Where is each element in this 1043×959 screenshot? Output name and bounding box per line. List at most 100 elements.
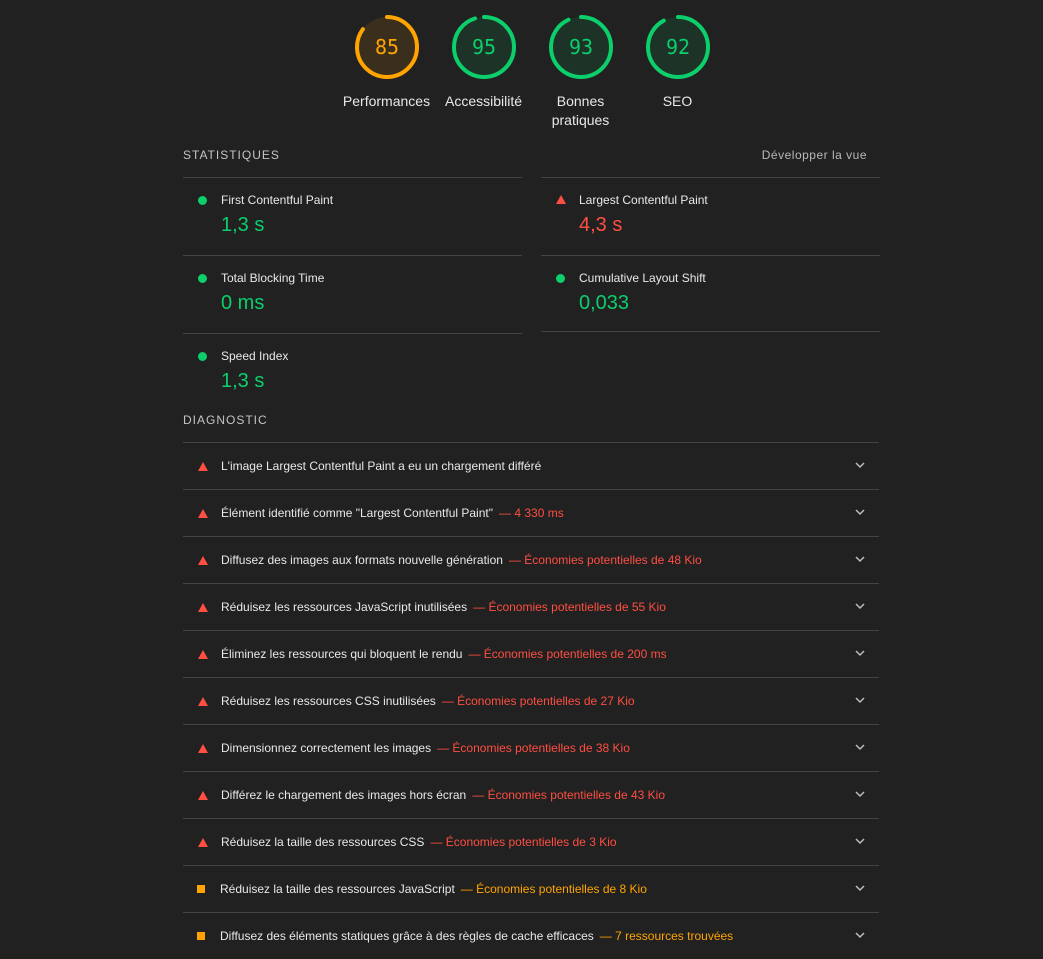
chevron-down-icon[interactable] — [853, 881, 867, 895]
metric-title: Speed Index — [221, 349, 289, 363]
stats-section-title: Statistiques — [183, 148, 280, 162]
audit-detail: — Économies potentielles de 48 Kio — [508, 553, 702, 567]
audit-text: Réduisez la taille des ressources CSS — É… — [221, 835, 617, 849]
audit-row[interactable]: Réduisez la taille des ressources JavaSc… — [183, 865, 879, 912]
audit-title: Élément identifié comme "Largest Content… — [221, 506, 493, 520]
triangle-icon — [198, 697, 208, 706]
audit-detail: — Économies potentielles de 200 ms — [468, 647, 667, 661]
expand-view-button[interactable]: Développer la vue — [762, 148, 867, 162]
triangle-icon — [198, 791, 208, 800]
audit-row[interactable]: Réduisez les ressources JavaScript inuti… — [183, 583, 879, 630]
audit-title: L'image Largest Contentful Paint a eu un… — [221, 459, 542, 473]
gauge-label: Performances — [342, 93, 431, 109]
circle-icon — [198, 352, 207, 361]
gauge-score: 93 — [568, 35, 592, 59]
audit-text: Diffusez des images aux formats nouvelle… — [221, 553, 702, 567]
gauge-ring: 93 — [548, 15, 613, 79]
audit-title: Réduisez les ressources CSS inutilisées — [221, 694, 436, 708]
audit-row[interactable]: Diffusez des images aux formats nouvelle… — [183, 536, 879, 583]
gauge-label: SEO — [662, 93, 693, 109]
triangle-icon — [556, 195, 566, 204]
audit-row[interactable]: Différez le chargement des images hors é… — [183, 771, 879, 818]
audit-row[interactable]: Dimensionnez correctement les images — Éc… — [183, 724, 879, 771]
metric-lcp: Largest Contentful Paint 4,3 s — [541, 177, 880, 254]
chevron-down-icon[interactable] — [853, 740, 867, 754]
metric-value: 1,3 s — [221, 370, 265, 392]
audit-detail: — 4 330 ms — [499, 506, 564, 520]
chevron-down-icon[interactable] — [853, 834, 867, 848]
audit-title: Éliminez les ressources qui bloquent le … — [221, 647, 463, 661]
gauge-performance[interactable]: 85 Performances — [338, 14, 435, 111]
audit-list: L'image Largest Contentful Paint a eu un… — [183, 442, 879, 959]
audit-text: Élément identifié comme "Largest Content… — [221, 506, 564, 520]
metric-title: Total Blocking Time — [221, 271, 325, 285]
audit-text: Dimensionnez correctement les images — Éc… — [221, 741, 630, 755]
diagnostic-section-title: Diagnostic — [183, 413, 268, 427]
audit-text: Diffusez des éléments statiques grâce à … — [220, 929, 733, 943]
audit-title: Réduisez la taille des ressources JavaSc… — [220, 882, 455, 896]
gauge-score: 92 — [665, 35, 689, 59]
triangle-icon — [198, 744, 208, 753]
metric-value: 0,033 — [579, 292, 630, 314]
gauge-seo[interactable]: 92 SEO — [629, 14, 726, 111]
metric-speed-index: Speed Index 1,3 s — [183, 333, 522, 410]
chevron-down-icon[interactable] — [853, 458, 867, 472]
gauge-label: Bonnes pratiques — [551, 93, 610, 128]
metric-title: First Contentful Paint — [221, 193, 334, 207]
audit-row[interactable]: Réduisez les ressources CSS inutilisées —… — [183, 677, 879, 724]
score-gauges: 85 Performances 95 Accessibilité 93 Bonn… — [338, 14, 726, 134]
audit-title: Différez le chargement des images hors é… — [221, 788, 467, 802]
audit-title: Réduisez les ressources JavaScript inuti… — [221, 600, 468, 614]
gauge-best-practices[interactable]: 93 Bonnes pratiques — [532, 14, 629, 130]
audit-text: Différez le chargement des images hors é… — [221, 788, 665, 802]
audit-row[interactable]: Réduisez la taille des ressources CSS — É… — [183, 818, 879, 865]
metric-cls: Cumulative Layout Shift 0,033 — [541, 255, 880, 332]
audit-text: L'image Largest Contentful Paint a eu un… — [221, 459, 541, 473]
square-icon — [197, 885, 205, 893]
audit-text: Réduisez la taille des ressources JavaSc… — [220, 882, 647, 896]
metric-title: Largest Contentful Paint — [579, 193, 708, 207]
audit-detail: — Économies potentielles de 8 Kio — [460, 882, 647, 896]
gauge-score: 85 — [374, 35, 398, 59]
chevron-down-icon[interactable] — [853, 505, 867, 519]
audit-detail: — Économies potentielles de 43 Kio — [472, 788, 666, 802]
chevron-down-icon[interactable] — [853, 552, 867, 566]
audit-row[interactable]: L'image Largest Contentful Paint a eu un… — [183, 442, 879, 489]
metric-value: 4,3 s — [579, 214, 623, 236]
metric-title: Cumulative Layout Shift — [579, 271, 706, 285]
gauge-score: 95 — [471, 35, 495, 59]
metric-tbt: Total Blocking Time 0 ms — [183, 255, 522, 332]
audit-row[interactable]: Élément identifié comme "Largest Content… — [183, 489, 879, 536]
audit-row[interactable]: Diffusez des éléments statiques grâce à … — [183, 912, 879, 959]
chevron-down-icon[interactable] — [853, 787, 867, 801]
audit-title: Réduisez la taille des ressources CSS — [221, 835, 425, 849]
gauge-label: Accessibilité — [444, 93, 523, 109]
chevron-down-icon[interactable] — [853, 599, 867, 613]
gauge-ring: 95 — [451, 15, 516, 79]
circle-icon — [198, 196, 207, 205]
audit-row[interactable]: Éliminez les ressources qui bloquent le … — [183, 630, 879, 677]
audit-title: Dimensionnez correctement les images — [221, 741, 432, 755]
metric-value: 0 ms — [221, 292, 265, 314]
triangle-icon — [198, 838, 208, 847]
triangle-icon — [198, 509, 208, 518]
triangle-icon — [198, 556, 208, 565]
audit-title: Diffusez des images aux formats nouvelle… — [221, 553, 503, 567]
triangle-icon — [198, 462, 208, 471]
audit-detail: — Économies potentielles de 38 Kio — [437, 741, 630, 755]
gauge-accessibility[interactable]: 95 Accessibilité — [435, 14, 532, 111]
audit-text: Réduisez les ressources JavaScript inuti… — [221, 600, 666, 614]
metric-value: 1,3 s — [221, 214, 265, 236]
chevron-down-icon[interactable] — [853, 693, 867, 707]
audit-detail: — Économies potentielles de 3 Kio — [430, 835, 617, 849]
audit-text: Éliminez les ressources qui bloquent le … — [221, 647, 667, 661]
audit-detail: — Économies potentielles de 55 Kio — [473, 600, 666, 614]
chevron-down-icon[interactable] — [853, 928, 867, 942]
chevron-down-icon[interactable] — [853, 646, 867, 660]
gauge-ring: 92 — [645, 15, 710, 79]
square-icon — [197, 932, 205, 940]
triangle-icon — [198, 603, 208, 612]
audit-text: Réduisez les ressources CSS inutilisées —… — [221, 694, 635, 708]
gauge-ring: 85 — [354, 15, 419, 79]
circle-icon — [556, 274, 565, 283]
